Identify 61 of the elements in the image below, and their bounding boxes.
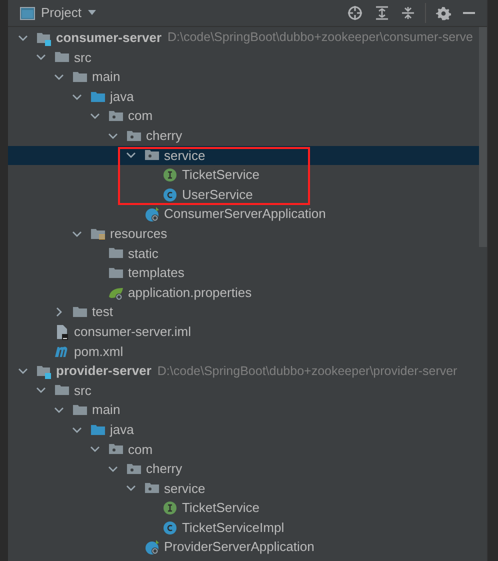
chevron-down-icon[interactable] (18, 366, 28, 376)
class-icon (162, 186, 178, 203)
chevron-right-icon[interactable] (54, 307, 64, 318)
tree-item-label[interactable]: src (74, 380, 92, 400)
tree-item-label[interactable]: cherry (146, 459, 182, 479)
module-path: D:\code\SpringBoot\dubbo+zookeeper\provider-server (157, 362, 458, 380)
chevron-down-icon[interactable] (108, 464, 118, 474)
tree-item-label[interactable]: consumer-server (56, 28, 162, 48)
tree-item-label[interactable]: templates (128, 263, 184, 283)
module-path: D:\code\SpringBoot\dubbo+zookeeper\consumer-serve (168, 29, 473, 46)
spring-class-icon (144, 206, 160, 222)
chevron-down-icon[interactable] (54, 72, 64, 82)
chevron-down-icon[interactable] (18, 32, 28, 43)
spring-class-icon (144, 539, 160, 556)
settings-icon[interactable] (436, 6, 451, 20)
chevron-down-icon[interactable] (72, 228, 82, 239)
tree-item-label[interactable]: main (92, 67, 120, 87)
tree-item-label[interactable]: ConsumerServerApplication (164, 204, 326, 224)
tree-item-label[interactable]: cherry (146, 126, 182, 146)
tree-item-label[interactable]: service (164, 478, 206, 498)
tree-item-label[interactable]: UserService (182, 184, 253, 204)
chevron-down-icon[interactable] (90, 111, 100, 122)
file-icon (54, 324, 70, 340)
tree-item-label[interactable]: TicketService (182, 165, 260, 185)
scrollbar[interactable] (479, 27, 487, 247)
tree-item-label[interactable]: java (110, 86, 134, 106)
chevron-down-icon[interactable] (90, 444, 100, 454)
tree-item-label[interactable]: com (128, 440, 153, 460)
tree-item-label[interactable]: test (92, 302, 113, 322)
panel-title[interactable]: Project (41, 3, 82, 23)
dropdown-caret-icon[interactable] (87, 10, 98, 16)
tree-item-label[interactable]: main (92, 400, 120, 420)
tree-item-label[interactable]: ProviderServerApplication (164, 537, 314, 557)
tree-item-label[interactable]: pom.xml (74, 342, 124, 362)
tree-item-label[interactable]: consumer-server.iml (74, 322, 192, 342)
tree-item-label[interactable]: application.properties (128, 282, 252, 302)
tree-item-label[interactable]: src (74, 48, 92, 68)
tree-item-label[interactable]: service (164, 146, 206, 166)
chevron-down-icon[interactable] (126, 150, 136, 160)
chevron-down-icon[interactable] (54, 405, 64, 416)
tree-item-label[interactable]: java (110, 420, 134, 440)
tree-item-label[interactable]: com (128, 106, 153, 126)
tree-item-label[interactable]: provider-server (56, 361, 152, 381)
chevron-down-icon[interactable] (126, 483, 136, 494)
interface-icon (162, 166, 178, 183)
tree-item-label[interactable]: TicketServiceImpl (182, 518, 284, 538)
expand-all-icon[interactable] (375, 6, 389, 20)
interface-icon (162, 500, 178, 516)
tree-item-label[interactable]: TicketService (182, 498, 260, 518)
chevron-down-icon[interactable] (36, 52, 46, 62)
collapse-all-icon[interactable] (401, 6, 415, 20)
locate-icon[interactable] (347, 5, 363, 21)
chevron-down-icon[interactable] (72, 424, 82, 435)
tree-item-label[interactable]: static (128, 244, 158, 264)
tree-item-label[interactable]: resources (110, 224, 168, 244)
window-icon (20, 6, 35, 20)
chevron-down-icon[interactable] (108, 130, 118, 141)
minimize-icon[interactable] (463, 12, 475, 14)
chevron-down-icon[interactable] (72, 92, 82, 102)
class-icon (162, 520, 178, 536)
chevron-down-icon[interactable] (36, 385, 46, 396)
